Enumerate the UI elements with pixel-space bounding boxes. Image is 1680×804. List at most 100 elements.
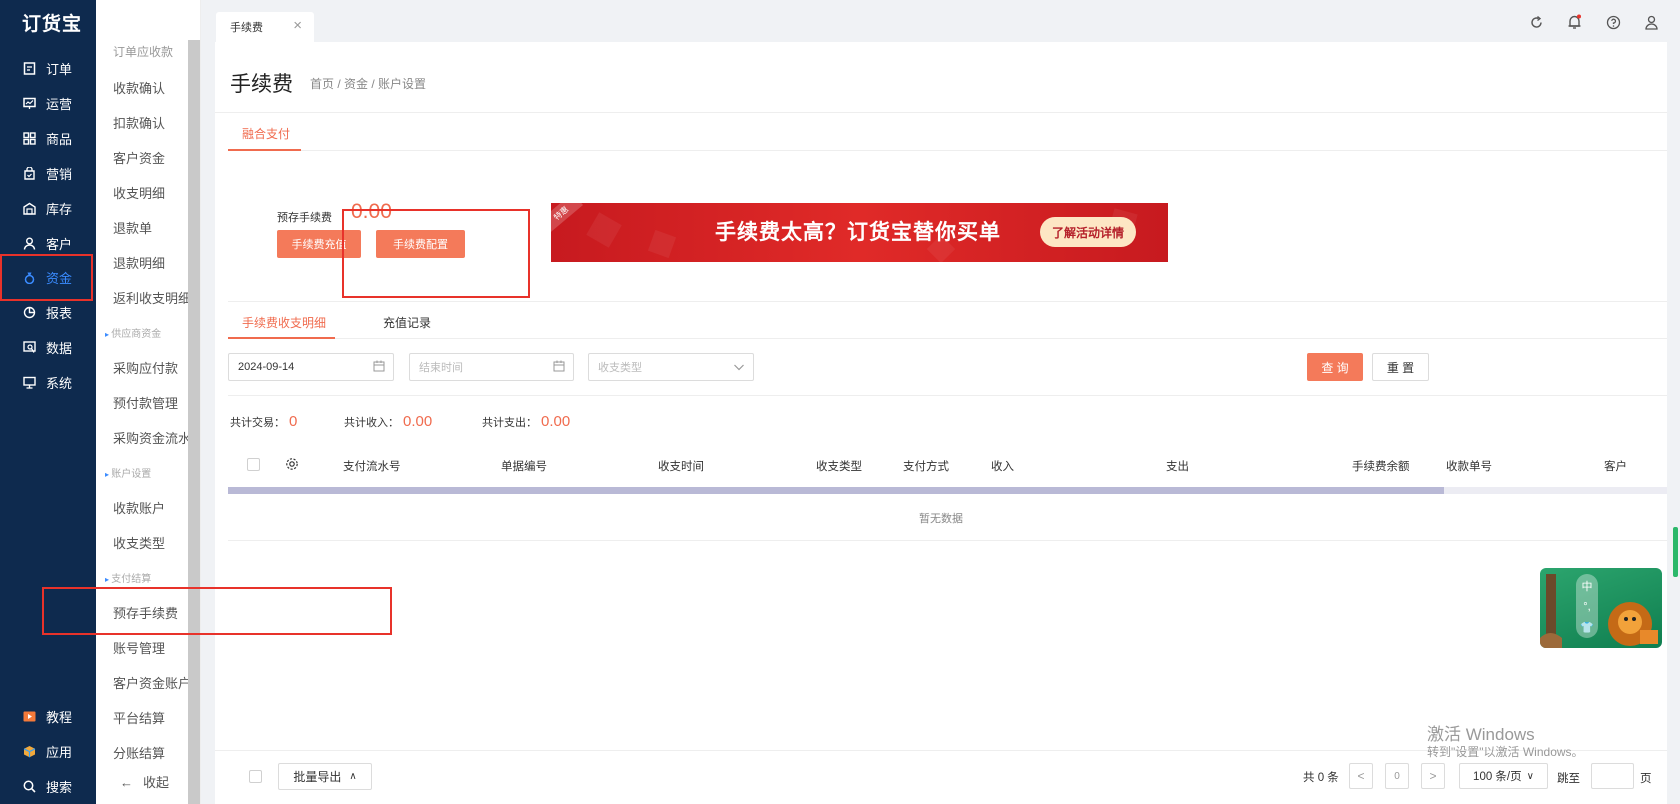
page-size-value: 100 条/页 xyxy=(1473,771,1522,783)
nav-item-data[interactable]: 数据 xyxy=(0,330,96,364)
subnav-item[interactable]: 退款明细 xyxy=(113,253,165,272)
nav-item-system[interactable]: 系统 xyxy=(0,365,96,399)
stat-label: 共计收入： xyxy=(344,417,399,429)
subnav-item[interactable]: 客户资金 xyxy=(113,148,165,167)
mascot-illustration xyxy=(1540,574,1658,648)
calendar-icon xyxy=(373,360,385,375)
settings-gear-icon[interactable] xyxy=(285,457,299,474)
tab-recharge-records[interactable]: 充值记录 xyxy=(383,314,431,331)
nav-item-apps[interactable]: 应用 xyxy=(0,734,96,768)
query-button[interactable]: 查 询 xyxy=(1307,353,1363,381)
column-header[interactable]: 收入 xyxy=(991,458,1014,474)
app-logo[interactable]: 订货宝 xyxy=(22,9,82,36)
subnav-item[interactable]: 预付款管理 xyxy=(113,393,178,412)
footer-select-checkbox[interactable] xyxy=(249,770,262,783)
column-header[interactable]: 收款单号 xyxy=(1446,458,1492,474)
nav-label: 报表 xyxy=(46,305,73,321)
page-size-select[interactable]: 100 条/页 ∨ xyxy=(1459,763,1548,789)
nav-item-report[interactable]: 报表 xyxy=(0,295,96,329)
batch-export-button[interactable]: 批量导出 ∧ xyxy=(278,763,372,790)
banner-learn-more-button[interactable]: 了解活动详情 xyxy=(1040,217,1136,247)
search-icon xyxy=(22,779,36,793)
subnav-item-prepaid-fee[interactable]: 预存手续费 xyxy=(113,603,178,622)
subnav-scrollbar[interactable] xyxy=(188,40,200,804)
stat-value: 0.00 xyxy=(541,413,571,430)
subnav-item[interactable]: 退款单 xyxy=(113,218,152,237)
chevron-right-icon: > xyxy=(1429,769,1437,783)
subnav-item[interactable]: 返利收支明细 xyxy=(113,288,191,307)
mascot-toolbar[interactable]: 中 °, 👕 xyxy=(1576,574,1598,638)
subnav-item[interactable]: 收款账户 xyxy=(113,498,165,517)
table-horizontal-scrollbar[interactable] xyxy=(228,487,1444,494)
reset-button[interactable]: 重 置 xyxy=(1372,353,1429,381)
shirt-icon[interactable]: 👕 xyxy=(1580,621,1594,634)
nav-item-customer[interactable]: 客户 xyxy=(0,226,96,260)
tab-fee[interactable]: 手续费 × xyxy=(216,12,314,42)
data-icon xyxy=(22,340,36,354)
assistant-widget[interactable]: 中 °, 👕 xyxy=(1540,568,1662,648)
user-icon[interactable] xyxy=(1642,13,1660,31)
page-unit-label: 页 xyxy=(1640,773,1652,785)
column-header[interactable]: 客户 xyxy=(1604,458,1627,474)
nav-item-order[interactable]: 订单 xyxy=(0,51,96,85)
nav-item-operation[interactable]: 运营 xyxy=(0,86,96,120)
page-scroll-indicator[interactable] xyxy=(1673,527,1678,577)
column-header[interactable]: 支付方式 xyxy=(903,458,949,474)
column-header[interactable]: 支付流水号 xyxy=(343,458,401,474)
subnav-item[interactable]: 收支明细 xyxy=(113,183,165,202)
select-all-checkbox[interactable] xyxy=(247,458,260,471)
subnav-item[interactable]: 收款确认 xyxy=(113,78,165,97)
column-header[interactable]: 手续费余额 xyxy=(1352,458,1410,474)
tab-fee-detail[interactable]: 手续费收支明细 xyxy=(242,314,326,331)
jump-page-input[interactable] xyxy=(1591,763,1634,789)
column-header[interactable]: 收支类型 xyxy=(816,458,862,474)
nav-item-product[interactable]: 商品 xyxy=(0,121,96,155)
nav-item-search[interactable]: 搜索 xyxy=(0,769,96,803)
current-page[interactable]: 0 xyxy=(1385,763,1409,789)
stat-label: 共计支出： xyxy=(482,417,537,429)
column-header[interactable]: 收支时间 xyxy=(658,458,704,474)
subnav-item[interactable]: 收支类型 xyxy=(113,533,165,552)
prev-page-button[interactable]: < xyxy=(1349,763,1373,789)
start-date-input[interactable]: 2024-09-14 xyxy=(228,353,394,381)
nav-item-tutorial[interactable]: 教程 xyxy=(0,699,96,733)
nav-label: 应用 xyxy=(46,744,73,760)
subnav-item[interactable]: 分账结算 xyxy=(113,743,165,762)
tab-fusion-pay[interactable]: 融合支付 xyxy=(242,125,290,142)
lang-toggle[interactable]: 中 xyxy=(1582,578,1593,594)
nav-item-funds[interactable]: 资金 xyxy=(0,260,96,294)
divider xyxy=(228,301,1667,302)
subnav-item-receivable[interactable]: 订单应收款 xyxy=(113,43,173,60)
bell-icon[interactable] xyxy=(1565,13,1583,31)
nav-item-warehouse[interactable]: 库存 xyxy=(0,191,96,225)
column-header[interactable]: 单据编号 xyxy=(501,458,547,474)
subnav-item[interactable]: 平台结算 xyxy=(113,708,165,727)
refresh-icon[interactable] xyxy=(1527,13,1545,31)
subnav-item[interactable]: 采购应付款 xyxy=(113,358,178,377)
active-tab-indicator xyxy=(228,149,301,151)
subnav-item[interactable]: 扣款确认 xyxy=(113,113,165,132)
column-header[interactable]: 支出 xyxy=(1166,458,1189,474)
recharge-fee-button[interactable]: 手续费充值 xyxy=(277,230,361,258)
promo-banner[interactable]: 特惠 手续费太高？订货宝替你买单 了解活动详情 xyxy=(551,203,1168,262)
next-page-button[interactable]: > xyxy=(1421,763,1445,789)
help-icon[interactable] xyxy=(1604,13,1622,31)
close-icon[interactable]: × xyxy=(293,17,302,34)
stat-value: 0.00 xyxy=(403,413,433,430)
subnav-item[interactable]: 账号管理 xyxy=(113,638,165,657)
fee-config-button[interactable]: 手续费配置 xyxy=(376,230,465,258)
order-icon xyxy=(22,61,36,75)
subnav-item[interactable]: 客户资金账户 xyxy=(113,673,191,692)
calendar-icon xyxy=(553,360,565,375)
breadcrumb[interactable]: 首页 / 资金 / 账户设置 xyxy=(310,75,426,92)
nav-label: 数据 xyxy=(46,340,73,356)
stat-value: 0 xyxy=(289,413,298,430)
type-select[interactable]: 收支类型 xyxy=(588,353,754,381)
punct-toggle[interactable]: °, xyxy=(1583,601,1590,613)
start-date-value: 2024-09-14 xyxy=(238,361,295,373)
end-date-input[interactable]: 结束时间 xyxy=(409,353,574,381)
collapse-button[interactable]: ← 收起 xyxy=(120,772,169,791)
nav-item-marketing[interactable]: 营销 xyxy=(0,156,96,190)
table-header: 支付流水号 单据编号 收支时间 收支类型 支付方式 收入 支出 手续费余额 收款… xyxy=(228,448,1667,482)
subnav-item[interactable]: 采购资金流水 xyxy=(113,428,191,447)
